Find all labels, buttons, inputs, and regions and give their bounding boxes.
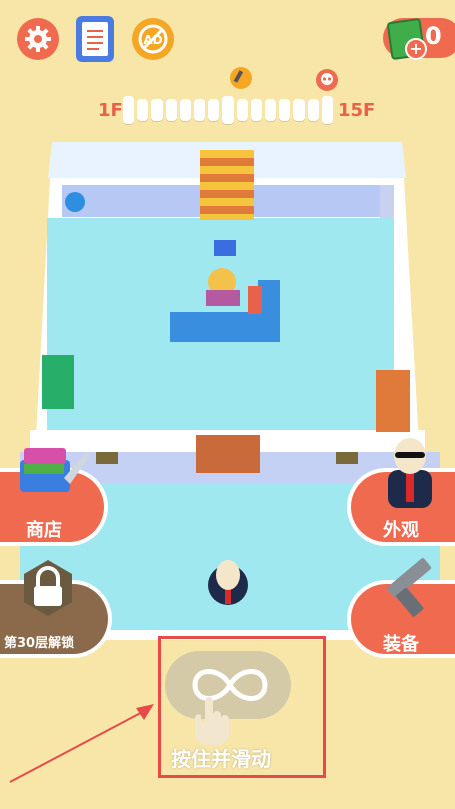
cash-counter[interactable]: + 0 (383, 17, 455, 61)
floor-segment (208, 99, 220, 121)
equip-label: 装备 (383, 634, 419, 655)
hand-pointer-icon (195, 697, 229, 745)
floor-segment (279, 99, 291, 121)
floor-segment (307, 99, 319, 121)
boss-skull-icon (316, 69, 338, 91)
floor-segment (265, 99, 277, 121)
lock-icon (24, 560, 72, 616)
hint-arrow-icon (9, 704, 154, 783)
settings-button[interactable] (17, 18, 59, 60)
floor-segment (321, 96, 334, 124)
floor-segment (165, 99, 177, 121)
tutorial-hint: 按住并滑动 (158, 636, 326, 778)
pistol-icon (387, 558, 432, 617)
task-notebook-button[interactable] (76, 16, 114, 62)
weapon-floor-icon (230, 67, 252, 89)
floor-segment (293, 99, 305, 121)
hint-text: 按住并滑动 (171, 747, 271, 771)
floor-segment (151, 99, 163, 121)
skin-avatar-icon (388, 438, 432, 508)
add-cash-icon[interactable]: + (405, 38, 427, 60)
floor-segment (123, 96, 135, 124)
floor-segment (194, 99, 206, 121)
remove-ads-button[interactable]: AD (132, 18, 174, 60)
floor-start-label: 1F (98, 100, 123, 121)
floor-segment (236, 99, 248, 121)
shop-chest-icon (20, 448, 90, 492)
notebook-icon (82, 22, 108, 56)
floor-segment (222, 96, 234, 124)
floor-segment (250, 99, 263, 121)
floor-end-label: 15F (338, 100, 376, 121)
shop-label: 商店 (26, 520, 62, 541)
cash-count: 0 (425, 22, 442, 50)
gear-icon (25, 26, 51, 52)
floor-segment (137, 99, 149, 121)
skin-label: 外观 (383, 520, 419, 541)
floor-progress-bar (123, 96, 334, 124)
unlock-label: 第30层解锁 (4, 636, 75, 651)
floor-segment (179, 99, 192, 121)
no-ads-icon: AD (138, 24, 168, 54)
